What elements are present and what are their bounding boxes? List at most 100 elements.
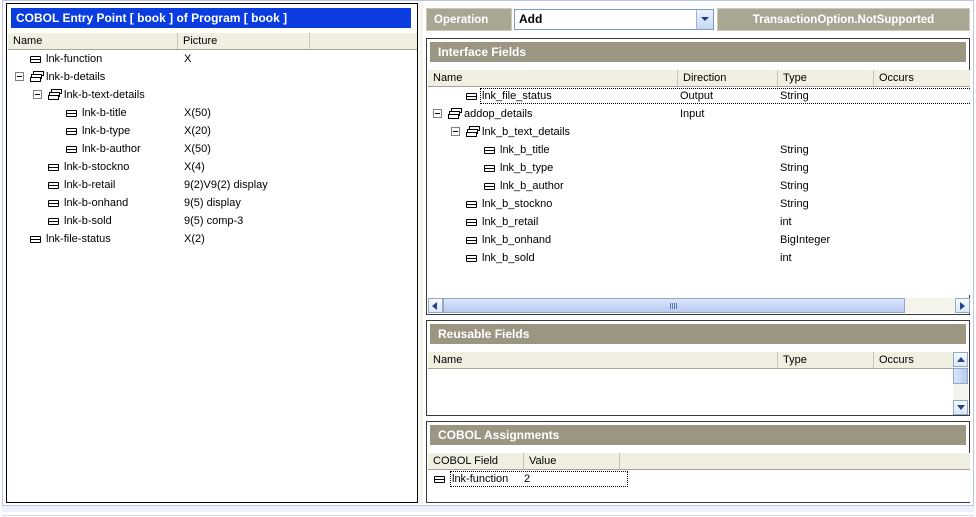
column-header-type[interactable]: Type	[778, 352, 874, 368]
arrow-down-icon[interactable]	[953, 400, 968, 415]
table-cell-type: BigInteger	[780, 231, 830, 249]
tree-row-name: lnk-b-retail	[64, 176, 115, 194]
arrow-left-icon[interactable]	[428, 298, 443, 313]
tree-row[interactable]: lnk-b-typeX(20)	[8, 122, 417, 140]
collapse-toggle-icon[interactable]	[15, 72, 24, 81]
table-cell-direction: Input	[680, 105, 704, 123]
tree-row-picture: X	[184, 50, 191, 68]
cobol-assignments-column-header: COBOL Field Value	[428, 453, 970, 470]
arrow-right-icon[interactable]	[955, 298, 970, 313]
table-cell-name: lnk_file_status	[482, 87, 552, 105]
table-cell-name: lnk_b_onhand	[482, 231, 551, 249]
group-icon	[448, 108, 462, 120]
arrow-up-icon[interactable]	[953, 352, 968, 367]
cobol-assignments-section: COBOL Assignments COBOL Field Value lnk-…	[426, 421, 970, 503]
reusable-fields-section: Reusable Fields Name Type Occurs	[426, 320, 970, 416]
table-row[interactable]: lnk_b_text_details	[428, 123, 970, 141]
column-header-type[interactable]: Type	[778, 70, 874, 86]
tree-row[interactable]: lnk-b-authorX(50)	[8, 140, 417, 158]
reusable-fields-vscrollbar[interactable]	[953, 352, 968, 415]
table-row[interactable]: addop_details Input	[428, 105, 970, 123]
field-icon	[48, 182, 59, 189]
table-cell-type: String	[780, 177, 809, 195]
column-header-name[interactable]: Name	[8, 33, 178, 49]
table-cell-name: lnk_b_stockno	[482, 195, 552, 213]
tree-column-header: Name Picture	[8, 33, 417, 50]
tree-row[interactable]: lnk-b-titleX(50)	[8, 104, 417, 122]
column-header-direction[interactable]: Direction	[678, 70, 778, 86]
table-cell-name: lnk_b_author	[500, 177, 564, 195]
table-cell-name: lnk_b_retail	[482, 213, 538, 231]
table-row[interactable]: lnk_b_retail int	[428, 213, 970, 231]
column-header-picture[interactable]: Picture	[178, 33, 310, 49]
table-row[interactable]: lnk_b_author String	[428, 177, 970, 195]
field-icon	[466, 255, 477, 262]
field-icon	[30, 56, 41, 63]
table-row[interactable]: lnk_b_typeString	[428, 159, 970, 177]
column-header-value[interactable]: Value	[524, 453, 620, 469]
cobol-entry-point-panel: COBOL Entry Point [ book ] of Program [ …	[6, 3, 418, 503]
reusable-fields-grid[interactable]	[428, 369, 955, 415]
collapse-toggle-icon[interactable]	[433, 109, 442, 118]
hscroll-thumb[interactable]	[443, 298, 905, 313]
table-cell-name: lnk_b_text_details	[482, 123, 570, 141]
table-cell-type: String	[780, 159, 809, 177]
chevron-down-icon[interactable]	[696, 10, 713, 29]
tree-row[interactable]: lnk-b-details	[8, 68, 417, 86]
tree-row-picture: 9(5) display	[184, 194, 241, 212]
field-icon	[434, 476, 445, 483]
cobol-field-tree[interactable]: lnk-functionXlnk-b-detailslnk-b-text-det…	[8, 50, 417, 500]
table-cell-name: addop_details	[464, 105, 533, 123]
group-icon	[466, 126, 480, 138]
group-icon	[30, 71, 44, 83]
interface-fields-title: Interface Fields	[430, 42, 966, 62]
column-header-name[interactable]: Name	[428, 70, 678, 86]
tree-row[interactable]: lnk-b-onhand 9(5) display	[8, 194, 417, 212]
table-row[interactable]: lnk_b_titleString	[428, 141, 970, 159]
tree-row-picture: X(50)	[184, 104, 211, 122]
table-cell-type: int	[780, 213, 792, 231]
table-row[interactable]: lnk_file_statusOutputString	[428, 87, 970, 105]
tree-row[interactable]: lnk-b-retail 9(2)V9(2) display	[8, 176, 417, 194]
column-header-occurs[interactable]: Occurs	[874, 352, 955, 368]
column-header-spacer[interactable]	[620, 453, 970, 469]
column-header-name[interactable]: Name	[428, 352, 778, 368]
operation-select[interactable]: Add	[514, 9, 714, 30]
collapse-toggle-icon[interactable]	[451, 127, 460, 136]
table-row[interactable]: lnk_b_stockno String	[428, 195, 970, 213]
operation-detail-panel: Operation Add TransactionOption.NotSuppo…	[424, 2, 972, 504]
column-header-occurs[interactable]: Occurs	[874, 70, 970, 86]
table-cell-cobol-field: lnk-function	[452, 470, 508, 488]
tree-row[interactable]: lnk-b-sold9(5) comp-3	[8, 212, 417, 230]
tree-row[interactable]: lnk-file-statusX(2)	[8, 230, 417, 248]
table-row[interactable]: lnk_b_onhand BigInteger	[428, 231, 970, 249]
column-header-spacer[interactable]	[310, 33, 417, 49]
table-cell-type: int	[780, 249, 792, 267]
page-title: COBOL Entry Point [ book ] of Program [ …	[11, 8, 411, 28]
tree-row[interactable]: lnk-functionX	[8, 50, 417, 68]
tree-row[interactable]: lnk-b-stocknoX(4)	[8, 158, 417, 176]
interface-fields-grid[interactable]: lnk_file_statusOutputStringaddop_details…	[428, 87, 970, 295]
tree-row-name: lnk-b-details	[46, 68, 105, 86]
tree-row-picture: 9(2)V9(2) display	[184, 176, 268, 194]
table-cell-type: String	[780, 195, 809, 213]
tree-row[interactable]: lnk-b-text-details	[8, 86, 417, 104]
table-row[interactable]: lnk_b_soldint	[428, 249, 970, 267]
reusable-fields-title: Reusable Fields	[430, 324, 966, 344]
collapse-toggle-icon[interactable]	[33, 90, 42, 99]
tree-row-name: lnk-b-onhand	[64, 194, 128, 212]
panel-splitter[interactable]	[419, 2, 423, 504]
cobol-assignments-grid[interactable]: lnk-function 2	[428, 470, 970, 502]
table-cell-type: String	[780, 141, 809, 159]
panel-title-bar: COBOL Entry Point [ book ] of Program [ …	[11, 8, 411, 28]
table-row[interactable]: lnk-function 2	[428, 470, 970, 488]
field-icon	[466, 201, 477, 208]
column-header-cobol-field[interactable]: COBOL Field	[428, 453, 524, 469]
vscroll-thumb[interactable]	[953, 368, 968, 384]
tree-row-name: lnk-b-stockno	[64, 158, 129, 176]
tree-row-picture: X(20)	[184, 122, 211, 140]
interface-fields-hscrollbar[interactable]	[428, 298, 970, 313]
tree-row-picture: 9(5) comp-3	[184, 212, 243, 230]
tree-row-name: lnk-b-author	[82, 140, 141, 158]
table-cell-value: 2	[524, 470, 530, 488]
